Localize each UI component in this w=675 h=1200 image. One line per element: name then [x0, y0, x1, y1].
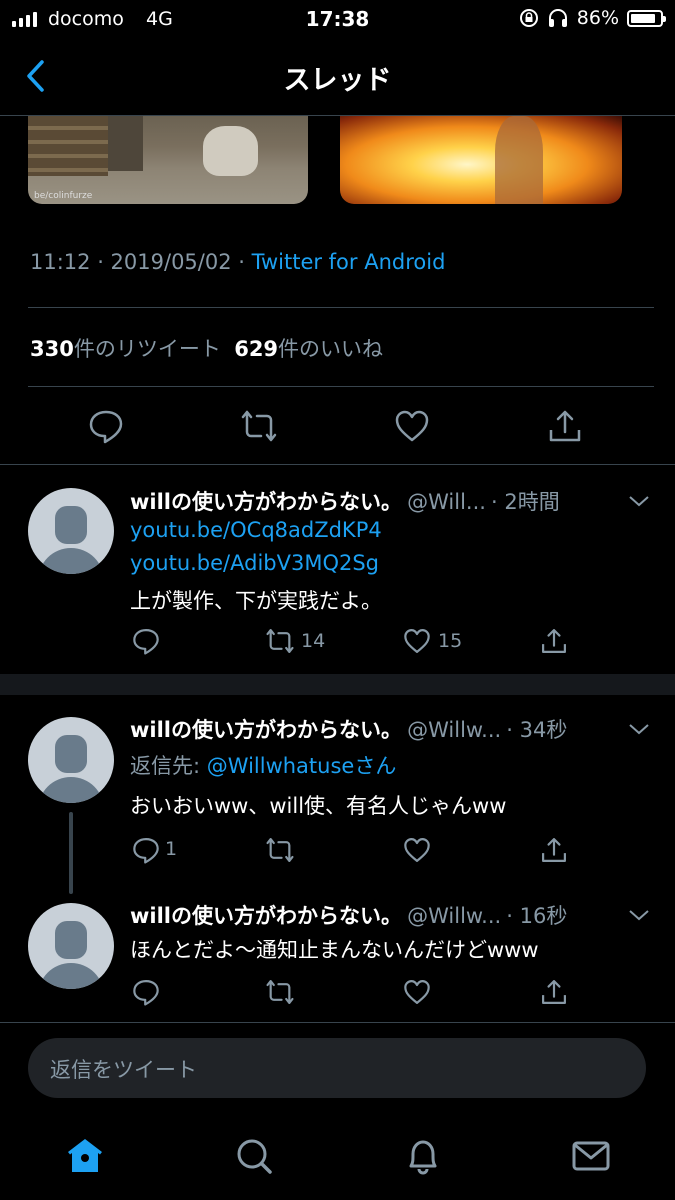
chevron-down-icon[interactable] — [628, 908, 650, 922]
tweet-time: · 16秒 — [506, 904, 568, 928]
tweet-author-line: willの使い方がわからない。 @Willw... · 16秒 — [130, 900, 630, 930]
author-handle[interactable]: @Willw... — [407, 718, 501, 742]
tweet-text: 上が製作、下が実践だよ。 — [130, 589, 382, 613]
battery-percent: 86% — [576, 7, 619, 29]
tweet-timestamp: 11:12 · 2019/05/02 · Twitter for Android — [30, 250, 446, 274]
media-thumbnail-1[interactable]: be/colinfurze — [28, 116, 308, 204]
retweet-icon[interactable] — [266, 836, 294, 864]
status-bar: docomo 4G 17:38 86% — [0, 0, 675, 40]
author-name[interactable]: willの使い方がわからない。 — [130, 718, 402, 742]
share-icon[interactable] — [540, 836, 568, 864]
reply-icon[interactable] — [88, 408, 124, 444]
section-gap — [0, 674, 675, 695]
divider — [28, 386, 654, 387]
author-name[interactable]: willの使い方がわからない。 — [130, 490, 402, 514]
retweet-count: 14 — [301, 630, 326, 652]
retweet-icon[interactable] — [241, 408, 277, 444]
chevron-down-icon[interactable] — [628, 722, 650, 736]
share-icon[interactable] — [547, 408, 583, 444]
retweet-icon[interactable] — [266, 978, 294, 1006]
author-handle[interactable]: @Will... — [407, 490, 486, 514]
notifications-icon[interactable] — [403, 1136, 443, 1176]
home-icon[interactable] — [65, 1136, 105, 1176]
like-count: 15 — [438, 630, 463, 652]
divider — [0, 1022, 675, 1023]
share-icon[interactable] — [540, 978, 568, 1006]
reply-icon[interactable] — [132, 627, 160, 655]
reply-icon[interactable] — [132, 978, 160, 1006]
like-icon[interactable] — [403, 978, 431, 1006]
tweet-text: おいおいww、will使、有名人じゃんww — [130, 794, 507, 818]
reply-placeholder: 返信をツイート — [50, 1058, 197, 1082]
divider — [28, 307, 654, 308]
avatar[interactable] — [28, 488, 114, 574]
like-icon[interactable] — [403, 627, 431, 655]
search-icon[interactable] — [234, 1136, 274, 1176]
page-title: スレッド — [283, 65, 392, 96]
tweet-source-link[interactable]: Twitter for Android — [252, 250, 446, 274]
thread-connector — [69, 812, 73, 894]
tweet-link[interactable]: youtu.be/AdibV3MQ2Sg — [130, 551, 379, 575]
tweet-text: ほんとだよ〜通知止まんないんだけどwww — [130, 938, 539, 962]
headphones-icon — [548, 9, 567, 27]
tweet-time: · 34秒 — [506, 718, 568, 742]
rotation-lock-icon — [519, 9, 538, 27]
tweet-link[interactable]: youtu.be/OCq8adZdKP4 — [130, 518, 382, 542]
like-icon[interactable] — [403, 836, 431, 864]
divider — [0, 464, 675, 465]
tweet-stats[interactable]: 330件のリツイート 629件のいいね — [30, 333, 383, 363]
reply-to-line: 返信先: @Willwhatuseさん — [130, 754, 397, 778]
tweet-time: · 2時間 — [491, 490, 560, 514]
tweet-author-line: willの使い方がわからない。 @Willw... · 34秒 — [130, 714, 630, 744]
media-watermark: be/colinfurze — [34, 191, 93, 201]
reply-count: 1 — [165, 838, 178, 860]
avatar[interactable] — [28, 903, 114, 989]
share-icon[interactable] — [540, 627, 568, 655]
messages-icon[interactable] — [571, 1136, 611, 1176]
like-icon[interactable] — [394, 408, 430, 444]
author-handle[interactable]: @Willw... — [407, 904, 501, 928]
battery-icon — [627, 9, 666, 27]
author-name[interactable]: willの使い方がわからない。 — [130, 904, 402, 928]
reply-icon[interactable] — [132, 836, 160, 864]
reply-to-user[interactable]: @Willwhatuseさん — [207, 754, 397, 778]
reply-input[interactable]: 返信をツイート — [28, 1038, 646, 1098]
retweet-icon[interactable] — [266, 627, 294, 655]
tweet-author-line: willの使い方がわからない。 @Will... · 2時間 — [130, 486, 630, 516]
avatar[interactable] — [28, 717, 114, 803]
chevron-down-icon[interactable] — [628, 494, 650, 508]
media-thumbnail-2[interactable] — [340, 116, 622, 204]
